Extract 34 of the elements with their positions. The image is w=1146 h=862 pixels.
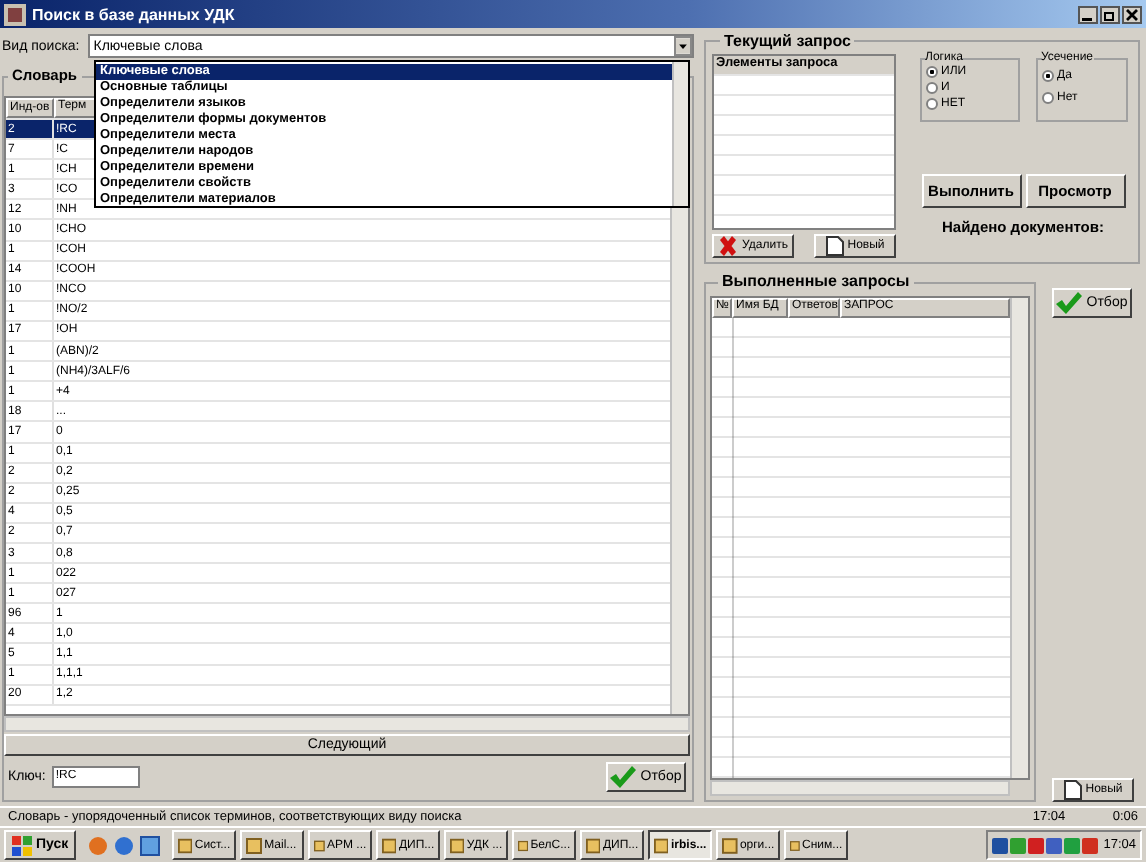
- group-title: Текущий запрос: [720, 32, 855, 50]
- window-icon: [518, 837, 529, 853]
- cross-icon: [718, 236, 739, 256]
- page-icon: [1063, 780, 1082, 800]
- minimize-icon: [1078, 5, 1098, 23]
- radio-button[interactable]: [925, 98, 937, 110]
- window-icon: [654, 837, 669, 853]
- window-icon: [382, 837, 397, 853]
- page-icon: [825, 236, 844, 256]
- window-icon: [314, 837, 326, 853]
- scrollbar[interactable]: [672, 62, 688, 206]
- window-icon: [790, 837, 801, 853]
- radio-button[interactable]: [1041, 69, 1053, 81]
- group-title: Выполненные запросы: [718, 272, 914, 290]
- window-icon: [722, 837, 738, 853]
- radio-button[interactable]: [925, 66, 937, 78]
- window-title: Поиск в базе данных УДК: [32, 5, 237, 23]
- scrollbar[interactable]: [1010, 298, 1028, 778]
- check-icon: [610, 765, 637, 787]
- windows-logo-icon: [12, 835, 32, 855]
- radio-button[interactable]: [925, 82, 937, 94]
- window-icon: [140, 835, 161, 855]
- check-icon: [1056, 292, 1083, 314]
- close-icon: [1122, 5, 1142, 23]
- window-icon: [178, 837, 193, 853]
- radio-button[interactable]: [1041, 91, 1053, 103]
- app-icon: [4, 3, 26, 25]
- window-icon: [450, 837, 465, 853]
- window-icon: [586, 837, 601, 853]
- window-icon: [246, 837, 263, 853]
- scrollbar[interactable]: [4, 716, 690, 732]
- restore-icon: [1100, 5, 1120, 23]
- dropdown-arrow-icon: [674, 36, 692, 56]
- scrollbar[interactable]: [710, 780, 1010, 796]
